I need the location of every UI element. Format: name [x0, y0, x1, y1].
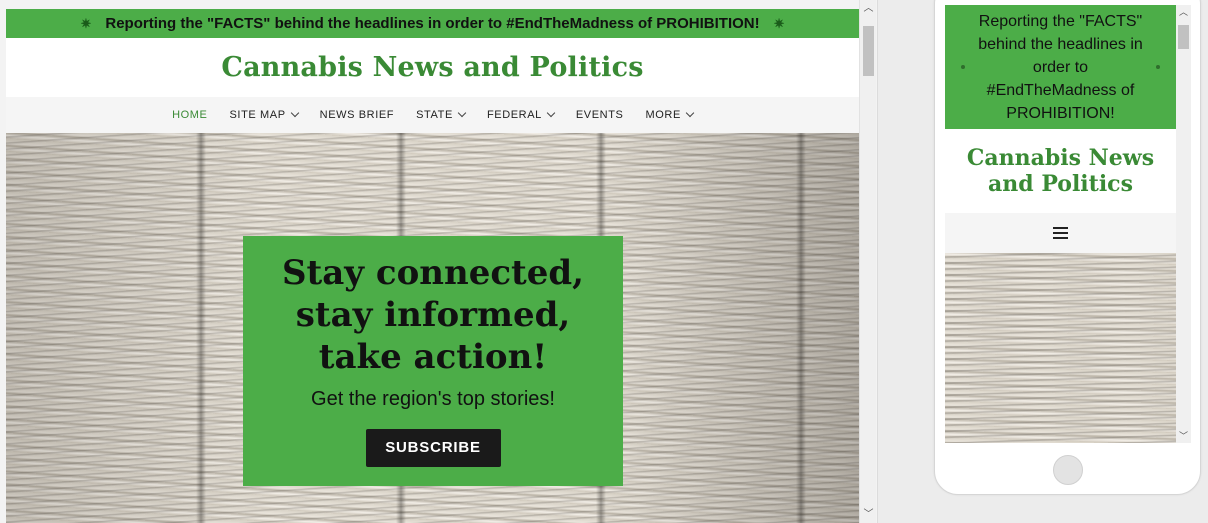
nav-item-site-map[interactable]: SITE MAP	[229, 108, 299, 121]
nav-item-label: EVENTS	[575, 109, 624, 121]
cannabis-leaf-icon	[1156, 65, 1160, 69]
mobile-viewport: Reporting the "FACTS" behind the headlin…	[945, 5, 1176, 443]
subscribe-promo-box: Stay connected, stay informed, take acti…	[243, 236, 623, 486]
mobile-site-title[interactable]: Cannabis News and Politics	[945, 129, 1176, 213]
promo-headline-line: take action!	[318, 337, 548, 377]
cannabis-leaf-icon: ✷	[80, 15, 92, 31]
mobile-preview-frame: Reporting the "FACTS" behind the headlin…	[934, 0, 1201, 495]
chevron-down-icon	[546, 108, 556, 118]
promo-headline-line: stay informed,	[295, 295, 571, 335]
nav-item-label: STATE	[416, 109, 453, 121]
subscribe-button[interactable]: SUBSCRIBE	[365, 429, 501, 467]
scrollbar-thumb[interactable]	[1178, 25, 1189, 49]
nav-item-label: FEDERAL	[486, 109, 542, 121]
nav-item-label: HOME	[172, 109, 208, 121]
desktop-viewport: ✷ Reporting the "FACTS" behind the headl…	[6, 9, 859, 523]
chevron-up-icon[interactable]: ︿	[1176, 5, 1191, 19]
chevron-down-icon	[457, 108, 467, 118]
desktop-scrollbar[interactable]: ︿ ﹀	[859, 0, 876, 523]
hero-newspapers-image: Stay connected, stay informed, take acti…	[6, 133, 859, 523]
scrollbar-thumb[interactable]	[863, 26, 874, 76]
mobile-banner-text: Reporting the "FACTS" behind the headlin…	[978, 12, 1143, 122]
chevron-down-icon[interactable]: ﹀	[1176, 429, 1191, 443]
cannabis-leaf-icon: ✷	[773, 15, 785, 31]
promo-subtitle: Get the region's top stories!	[311, 388, 555, 410]
nav-item-federal[interactable]: FEDERAL	[486, 108, 556, 121]
mobile-scrollbar[interactable]: ︿ ﹀	[1176, 5, 1191, 443]
mobile-hero-newspapers-image	[945, 253, 1176, 443]
chevron-down-icon[interactable]: ﹀	[860, 506, 877, 523]
nav-item-state[interactable]: STATE	[416, 108, 467, 121]
nav-item-news-brief[interactable]: NEWS BRIEF	[320, 109, 394, 121]
banner-text: Reporting the "FACTS" behind the headlin…	[105, 15, 760, 32]
announcement-banner: ✷ Reporting the "FACTS" behind the headl…	[6, 9, 859, 38]
mobile-navigation	[945, 213, 1176, 253]
promo-headline: Stay connected, stay informed, take acti…	[243, 252, 623, 378]
nav-item-events[interactable]: EVENTS	[576, 109, 624, 121]
site-title[interactable]: Cannabis News and Politics	[6, 38, 859, 97]
hamburger-menu-icon[interactable]	[1053, 227, 1068, 239]
main-navigation: HOME SITE MAP NEWS BRIEF STATE FEDERAL E…	[6, 97, 859, 133]
chevron-down-icon	[685, 108, 695, 118]
chevron-up-icon[interactable]: ︿	[860, 0, 877, 17]
nav-item-more[interactable]: MORE	[645, 108, 695, 121]
nav-item-label: SITE MAP	[229, 109, 286, 121]
nav-item-label: NEWS BRIEF	[319, 109, 395, 121]
desktop-preview-frame: ✷ Reporting the "FACTS" behind the headl…	[0, 0, 878, 523]
cannabis-leaf-icon	[961, 65, 965, 69]
nav-item-label: MORE	[645, 109, 681, 121]
phone-home-button[interactable]	[1053, 455, 1083, 485]
chevron-down-icon	[290, 108, 299, 118]
mobile-announcement-banner: Reporting the "FACTS" behind the headlin…	[945, 5, 1176, 129]
nav-item-home[interactable]: HOME	[172, 109, 207, 121]
promo-headline-line: Stay connected,	[282, 253, 584, 293]
